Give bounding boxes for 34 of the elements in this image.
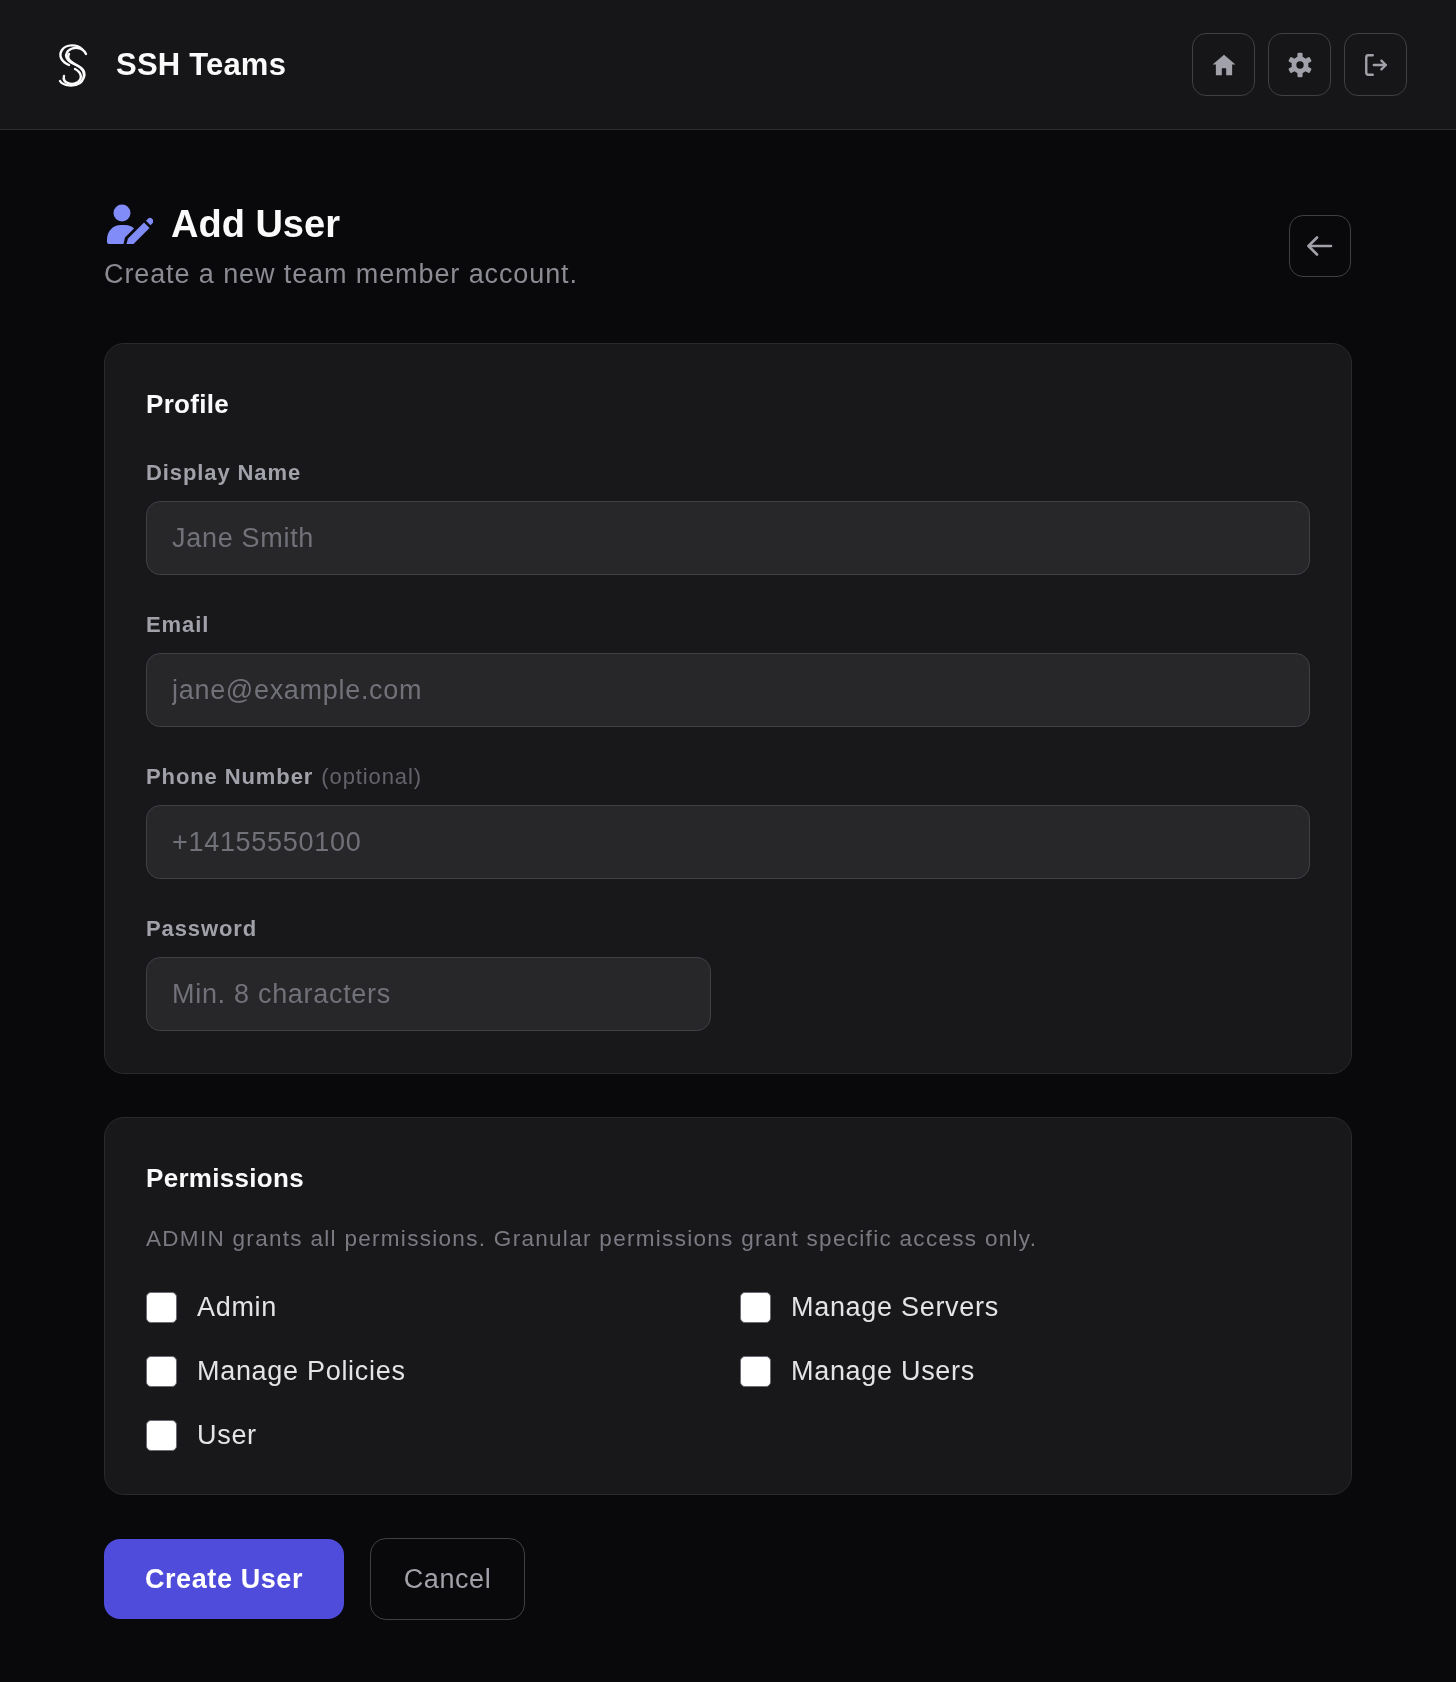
optional-note: (optional) bbox=[321, 763, 422, 791]
text-field[interactable]: Jane Smith bbox=[146, 501, 1310, 575]
settings-icon bbox=[1286, 51, 1313, 78]
page-subtitle: Create a new team member account. bbox=[104, 258, 578, 291]
cancel-button[interactable]: Cancel bbox=[370, 1538, 525, 1620]
person-pencil-icon bbox=[107, 204, 153, 244]
permission-label: Manage Servers bbox=[791, 1291, 999, 1324]
field-label: Phone Number bbox=[146, 763, 314, 791]
page-title: Add User bbox=[171, 202, 340, 247]
checkbox[interactable] bbox=[740, 1355, 771, 1387]
permission-label: User bbox=[197, 1419, 257, 1452]
password-field[interactable]: Min. 8 characters bbox=[146, 957, 711, 1031]
settings-button[interactable] bbox=[1268, 33, 1331, 96]
email-field[interactable]: jane@example.com bbox=[146, 653, 1310, 727]
home-button[interactable] bbox=[1192, 33, 1255, 96]
permissions-description: ADMIN grants all permissions. Granular permissions grant specific access only. bbox=[146, 1225, 1039, 1253]
logout-button[interactable] bbox=[1344, 33, 1407, 96]
phone-field[interactable]: +14155550100 bbox=[146, 805, 1310, 879]
permission-label: Manage Users bbox=[791, 1355, 975, 1388]
app-title: SSH Teams bbox=[116, 46, 287, 83]
permission-label: Admin bbox=[197, 1291, 278, 1324]
field-label: Display Name bbox=[146, 459, 302, 487]
checkbox[interactable] bbox=[146, 1291, 177, 1323]
permission-label: Manage Policies bbox=[197, 1355, 406, 1388]
section-heading: Profile bbox=[146, 388, 230, 420]
field-label: Password bbox=[146, 915, 258, 943]
checkbox[interactable] bbox=[146, 1355, 177, 1387]
back-button[interactable] bbox=[1289, 215, 1351, 277]
submit-button[interactable]: Create User bbox=[104, 1539, 344, 1619]
arrow-left-icon bbox=[1306, 234, 1334, 258]
field-label: Email bbox=[146, 611, 210, 639]
checkbox[interactable] bbox=[740, 1291, 771, 1323]
checkbox[interactable] bbox=[146, 1419, 177, 1451]
section-heading: Permissions bbox=[146, 1162, 305, 1194]
